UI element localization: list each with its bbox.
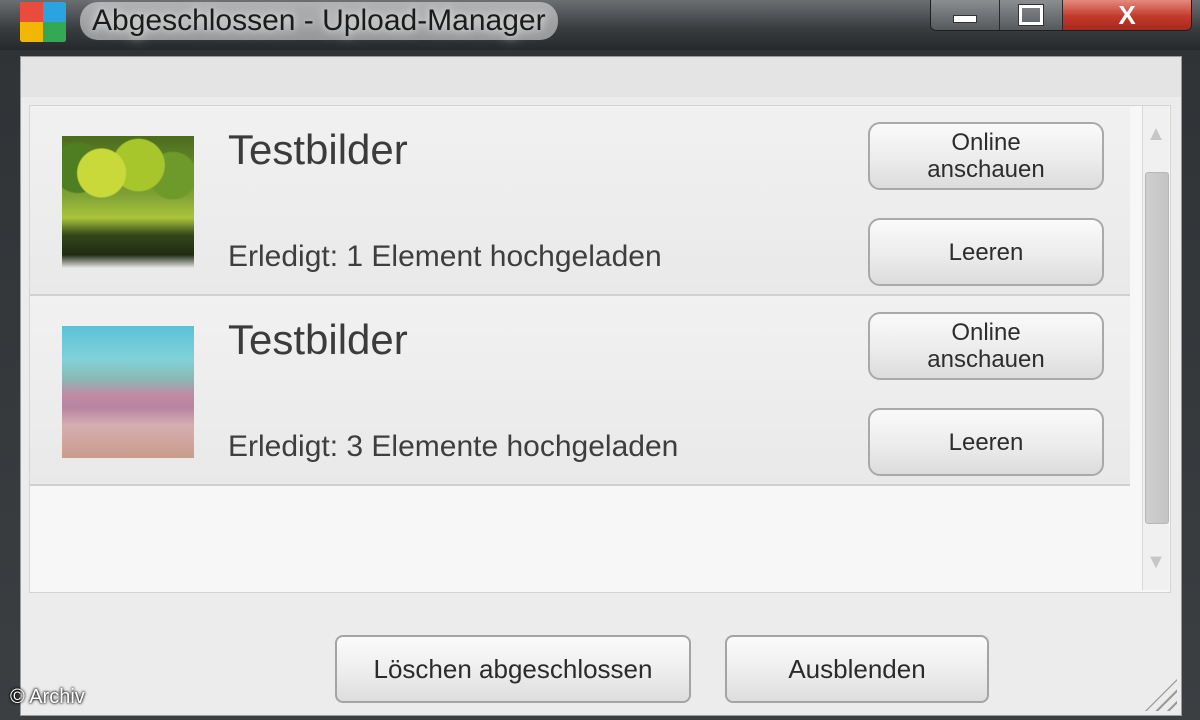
close-icon: X (1118, 0, 1136, 30)
maximize-icon (1018, 4, 1044, 26)
app-icon-yellow (20, 22, 43, 42)
app-icon-red (20, 2, 43, 22)
upload-item: Testbilder Erledigt: 3 Elemente hochgela… (30, 296, 1130, 486)
upload-item-title: Testbilder (228, 316, 408, 363)
window-frame: Abgeschlossen - Upload-Manager X Testbil… (0, 0, 1200, 720)
view-online-label: Online anschauen (927, 129, 1045, 183)
app-icon-green (43, 22, 66, 42)
client-area: Testbilder Erledigt: 1 Element hochgelad… (20, 56, 1182, 716)
close-button[interactable]: X (1063, 0, 1191, 30)
chevron-down-icon[interactable]: ▼ (1143, 538, 1169, 586)
app-icon (20, 2, 66, 42)
copyright-watermark: © Archiv (10, 686, 85, 708)
trees-thumbnail (62, 136, 194, 268)
beach-thumbnail (62, 326, 194, 458)
window-controls: X (930, 0, 1192, 31)
hide-label: Ausblenden (788, 653, 926, 684)
upload-item-status: Erledigt: 3 Elemente hochgeladen (228, 430, 679, 463)
app-icon-blue (43, 2, 66, 22)
delete-completed-label: Löschen abgeschlossen (373, 653, 653, 684)
upload-item-title: Testbilder (228, 126, 408, 173)
client-header-strip (21, 57, 1181, 97)
view-online-label: Online anschauen (927, 319, 1045, 373)
hide-button[interactable]: Ausblenden (725, 635, 989, 703)
delete-completed-button[interactable]: Löschen abgeschlossen (335, 635, 691, 703)
scrollbar-thumb[interactable] (1145, 172, 1169, 524)
view-online-button[interactable]: Online anschauen (868, 312, 1104, 380)
upload-item-status: Erledigt: 1 Element hochgeladen (228, 240, 662, 273)
upload-list: Testbilder Erledigt: 1 Element hochgelad… (29, 105, 1171, 593)
minimize-button[interactable] (931, 0, 1000, 30)
upload-item: Testbilder Erledigt: 1 Element hochgelad… (30, 106, 1130, 296)
minimize-icon (953, 15, 977, 23)
clear-label: Leeren (948, 238, 1024, 266)
resize-grip-icon[interactable] (1145, 679, 1177, 711)
clear-button[interactable]: Leeren (868, 408, 1104, 476)
maximize-button[interactable] (1000, 0, 1063, 30)
window-title: Abgeschlossen - Upload-Manager (80, 2, 558, 40)
title-bar[interactable]: Abgeschlossen - Upload-Manager X (0, 0, 1200, 50)
clear-label: Leeren (948, 428, 1024, 456)
chevron-up-icon[interactable]: ▲ (1143, 110, 1169, 158)
vertical-scrollbar[interactable]: ▲ ▼ (1142, 106, 1169, 590)
clear-button[interactable]: Leeren (868, 218, 1104, 286)
view-online-button[interactable]: Online anschauen (868, 122, 1104, 190)
